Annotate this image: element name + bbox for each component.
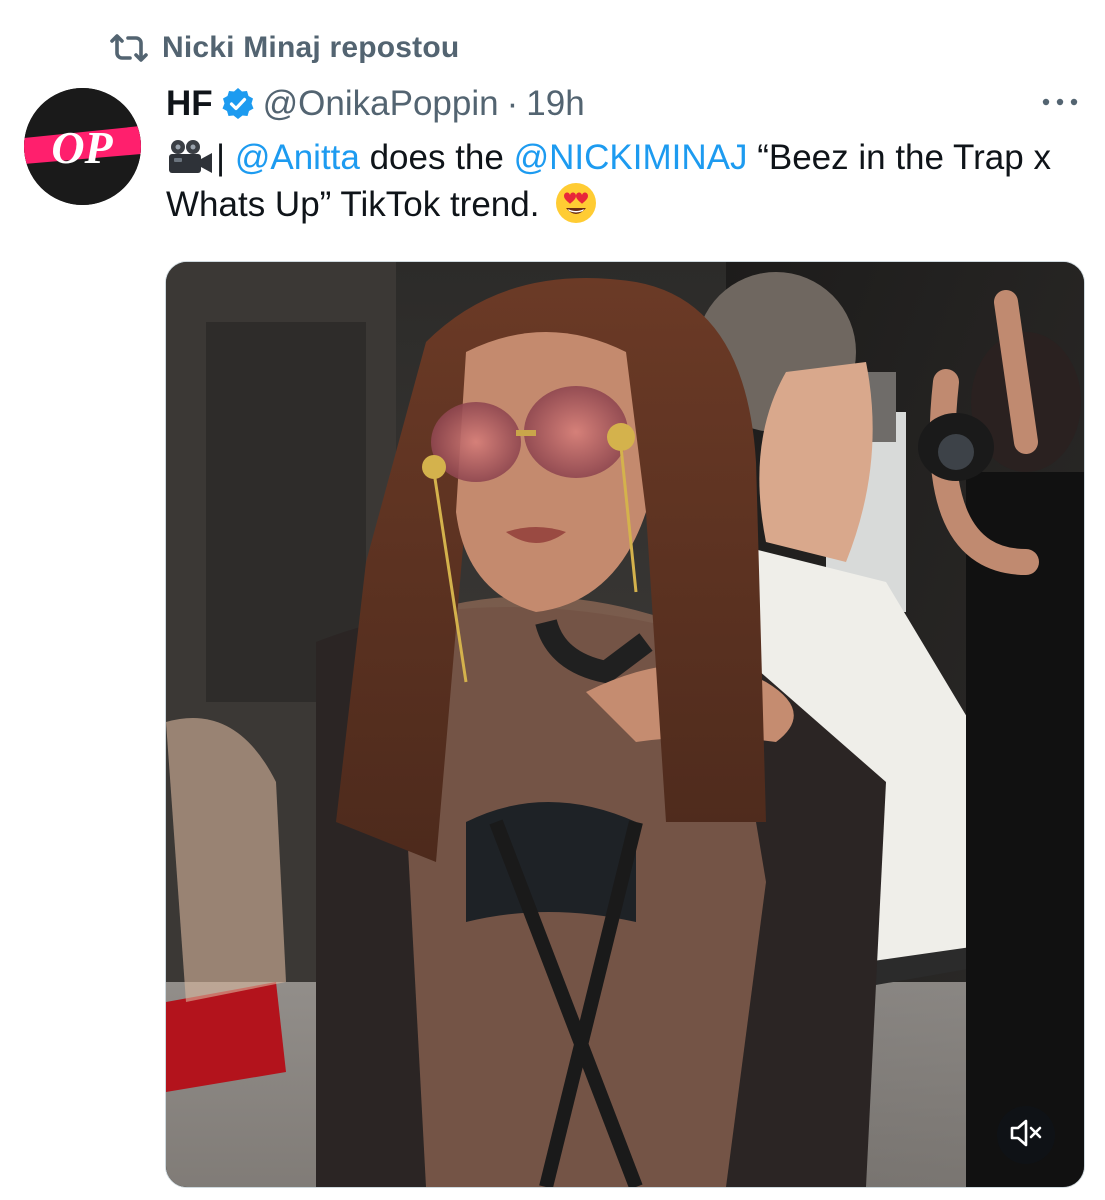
repost-context[interactable]: Nicki Minaj repostou [106,28,459,68]
repost-icon [106,31,152,65]
tweet-header: HF @OnikaPoppin · 19h [166,80,585,128]
header-separator: · [506,84,519,123]
author-name[interactable]: HF [166,84,213,124]
author-handle[interactable]: @OnikaPoppin [263,84,499,124]
more-horizontal-icon[interactable] [1038,90,1082,114]
tweet-text: | @Anitta does the @NICKIMINAJ “Beez in … [166,134,1091,228]
tweet-text-middle: does the [359,138,514,177]
tweet-page: Nicki Minaj repostou OP HF @OnikaPoppin … [0,0,1105,1200]
heart-eyes-emoji-icon [555,182,597,224]
mention-anitta-link[interactable]: @Anitta [235,138,360,177]
volume-muted-icon [1009,1118,1043,1153]
tweet-video[interactable] [165,261,1085,1188]
mention-nickiminaj-link[interactable]: @NICKIMINAJ [514,138,748,177]
mute-button[interactable] [997,1106,1055,1164]
tweet-timestamp[interactable]: 19h [526,84,584,124]
avatar-logo-text: OP [51,122,113,173]
text-divider: | [216,138,226,177]
repost-label: Nicki Minaj repostou [162,31,460,64]
author-avatar[interactable]: OP [24,88,141,205]
verified-badge-icon[interactable] [221,87,255,121]
movie-camera-emoji-icon [166,139,216,175]
